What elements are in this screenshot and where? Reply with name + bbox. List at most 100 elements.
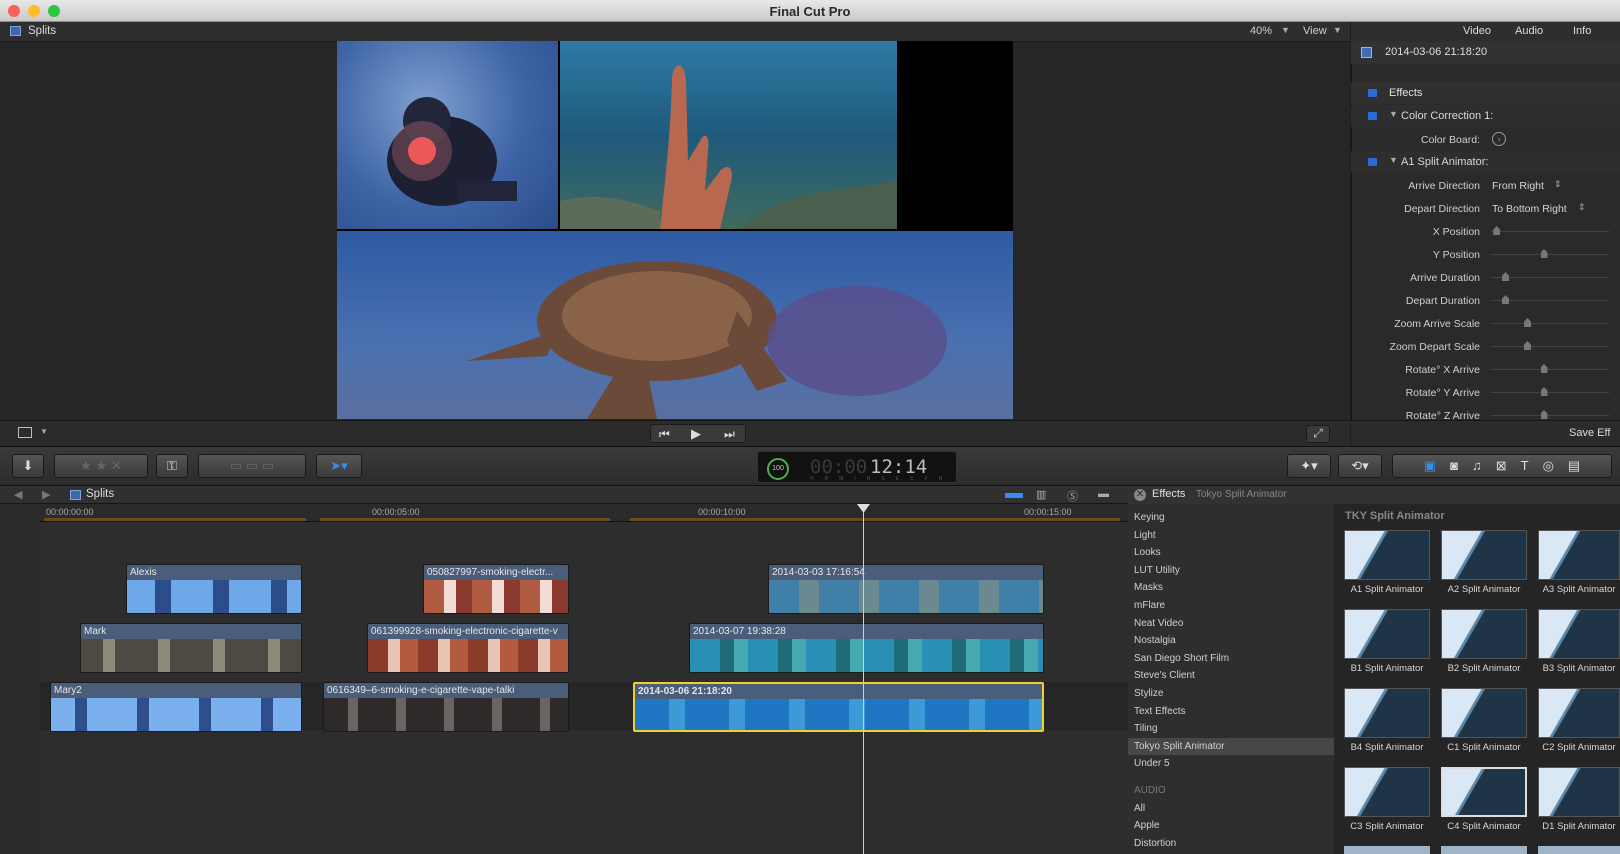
parameter-slider[interactable] [1491,249,1609,258]
effects-category-item[interactable]: Steve's Client [1134,667,1334,684]
slider-knob[interactable] [1540,387,1548,396]
effects-browser-icon[interactable]: ▣ [1424,458,1436,473]
effects-category-item[interactable]: LUT Utility [1134,562,1334,579]
slider-knob[interactable] [1493,226,1501,235]
clip-selected-2014-03-06[interactable]: 2014-03-06 21:18:20 [633,682,1044,732]
effects-category-item[interactable]: Tokyo Split Animator [1128,737,1334,755]
slider-knob[interactable] [1502,272,1509,281]
effects-category-item[interactable]: Under 5 [1134,755,1334,772]
clip-turtle-2014-03-03[interactable]: 2014-03-03 17:16:54 [768,564,1044,614]
browser-title: Effects [1152,488,1186,500]
parameter-label: Rotate° X Arrive [1405,364,1480,376]
themes-icon[interactable]: ▤ [1568,458,1580,473]
audio-skimming-icon[interactable]: ▥ [1036,488,1046,501]
next-edit-icon[interactable]: ⏭ [724,427,735,442]
clip-smoking-3[interactable]: 0616349–6-smoking-e-cigarette-vape-talki [323,682,569,732]
clip-mark[interactable]: Mark [80,623,302,673]
background-tasks-counter[interactable]: 100 [767,458,789,480]
previous-edit-icon[interactable]: ⏮ [659,427,670,442]
select-tool-button[interactable]: ➤▾ [316,454,362,478]
effects-category-item[interactable]: Light [1134,527,1334,544]
effect-thumbnail-item[interactable]: C2 Split Animator [1538,688,1620,758]
audio-category-item[interactable]: All [1134,800,1334,817]
save-effects-preset-button[interactable]: Save Eff [1569,427,1610,439]
edit-buttons[interactable]: ▭ ▭ ▭ [198,454,306,478]
parameter-slider[interactable] [1491,318,1609,327]
effects-category-item[interactable]: mFlare [1134,597,1334,614]
slider-knob[interactable] [1540,249,1548,258]
clip-name: 050827997-smoking-electr... [427,567,554,578]
parameter-slider[interactable] [1491,226,1609,235]
clip-thumbnails [769,580,1043,613]
transitions-icon[interactable]: ⊠ [1496,458,1507,473]
timeline-ruler[interactable]: 00:00:00:00 00:00:05:00 00:00:10:00 00:0… [40,504,1128,522]
effects-category-item[interactable]: Keying [1134,509,1334,526]
effect-thumbnail-item[interactable]: C3 Split Animator [1344,767,1430,837]
effects-category-item[interactable]: Neat Video [1134,615,1334,632]
effect-thumbnail-item[interactable]: B1 Split Animator [1344,609,1430,679]
slider-knob[interactable] [1502,295,1509,304]
effects-category-item[interactable]: Masks [1134,579,1334,596]
music-icon[interactable]: ♫ [1472,458,1482,473]
effect-thumbnail-item[interactable]: A2 Split Animator [1441,530,1527,600]
parameter-label: Depart Duration [1405,295,1480,307]
titles-icon[interactable]: T [1521,458,1529,473]
effect-thumbnail-item[interactable]: C4 Split Animator [1441,767,1527,837]
retime-button[interactable]: ⟲▾ [1338,454,1382,478]
parameter-slider[interactable] [1491,272,1609,281]
close-browser-icon[interactable]: ✕ [1134,489,1146,501]
clip-smoking-2[interactable]: 061399928-smoking-electronic-cigarette-v [367,623,569,673]
render-bar [44,518,306,521]
effect-thumbnail-item[interactable]: C1 Split Animator [1441,688,1527,758]
fullscreen-icon[interactable]: ⤢ [1306,425,1330,443]
clip-reef-2014-03-07[interactable]: 2014-03-07 19:38:28 [689,623,1044,673]
effects-category-item[interactable]: Looks [1134,544,1334,561]
clip-mary[interactable]: Mary2 [50,682,302,732]
effect-thumbnail-item[interactable]: B3 Split Animator [1538,609,1620,679]
audio-category-item[interactable]: Distortion [1134,835,1334,852]
slider-knob[interactable] [1540,364,1548,373]
parameter-row: Depart Duration [1351,290,1620,312]
forward-arrow-icon[interactable]: ▶ [42,488,50,501]
slider-knob[interactable] [1524,318,1531,327]
playhead[interactable] [863,506,864,854]
slider-knob[interactable] [1524,341,1531,350]
parameter-slider[interactable] [1491,410,1609,419]
clip-appearance-icon[interactable] [1005,493,1023,498]
effect-thumbnail-item[interactable]: D1 Split Animator [1538,767,1620,837]
keyword-button[interactable]: ⚿ [156,454,188,478]
enhancements-button[interactable]: ✦▾ [1287,454,1331,478]
dashboard-timecode[interactable]: 100 00:00 12:14 HRMINSECFR [757,451,957,483]
effects-category-item[interactable]: Tiling [1134,720,1334,737]
parameter-slider[interactable] [1491,364,1609,373]
parameter-slider[interactable] [1491,295,1609,304]
import-button[interactable]: ⬇ [12,454,44,478]
transform-chevron-icon[interactable]: ▼ [40,427,48,436]
back-arrow-icon[interactable]: ◀ [14,488,22,501]
effect-thumbnail-item[interactable]: A1 Split Animator [1344,530,1430,600]
effect-thumbnail-item[interactable]: B2 Split Animator [1441,609,1527,679]
slider-knob[interactable] [1540,410,1548,419]
transform-icon[interactable] [18,427,32,438]
clip-name: 2014-03-06 21:18:20 [638,686,732,697]
effects-category-item[interactable]: Stylize [1134,685,1334,702]
snapping-icon[interactable]: ▬ [1098,488,1109,500]
photos-icon[interactable]: ◙ [1450,458,1458,473]
clip-alexis[interactable]: Alexis [126,564,302,614]
rating-buttons[interactable]: ★ ★ ✕ [54,454,148,478]
effects-category-item[interactable]: San Diego Short Film [1134,650,1334,667]
edit-mode-icon: ▭ ▭ ▭ [229,458,275,473]
effects-category-item[interactable]: Text Effects [1134,703,1334,720]
clip-smoking-1[interactable]: 050827997-smoking-electr... [423,564,569,614]
play-icon[interactable]: ▶ [691,426,701,442]
parameter-slider[interactable] [1491,341,1609,350]
effect-thumbnail-item[interactable]: A3 Split Animator [1538,530,1620,600]
generators-icon[interactable]: ◎ [1543,458,1554,473]
parameter-slider[interactable] [1491,387,1609,396]
clip-thumbnails [424,580,568,613]
solo-icon[interactable]: Ⓢ [1067,488,1078,504]
effect-label: A1 Split Animator [1350,584,1424,595]
audio-category-item[interactable]: Apple [1134,817,1334,834]
effects-category-item[interactable]: Nostalgia [1134,632,1334,649]
effect-thumbnail-item[interactable]: B4 Split Animator [1344,688,1430,758]
